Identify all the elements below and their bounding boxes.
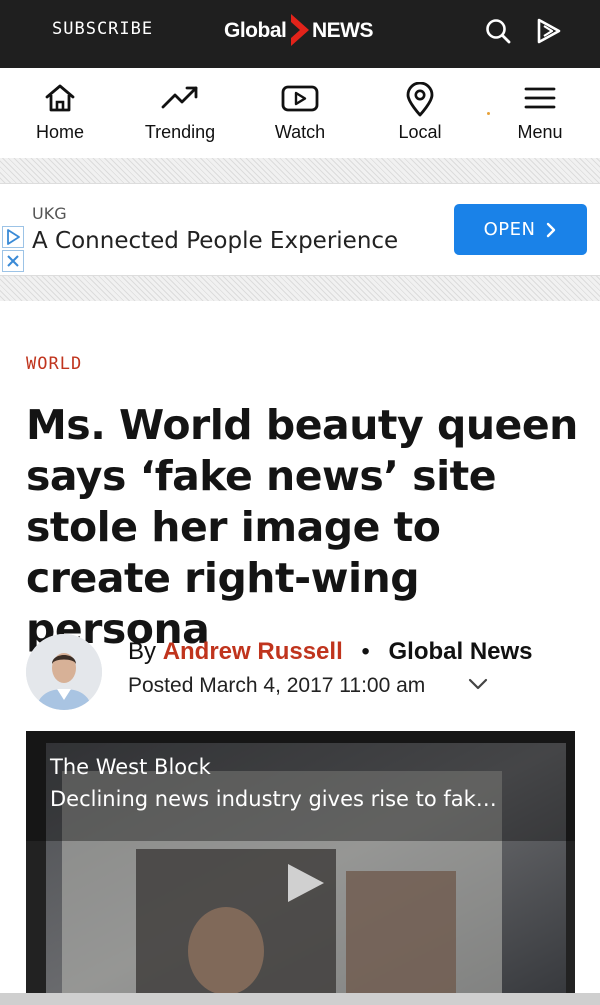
bottom-strip bbox=[0, 993, 600, 1005]
subscribe-link[interactable]: SUBSCRIBE bbox=[52, 19, 153, 39]
video-player[interactable]: The West Block Declining news industry g… bbox=[26, 731, 575, 1005]
nav-label-local: Local bbox=[398, 122, 442, 142]
section-label[interactable]: WORLD bbox=[26, 354, 82, 374]
search-icon[interactable] bbox=[483, 16, 513, 46]
author-link[interactable]: Andrew Russell bbox=[163, 638, 343, 665]
play-icon bbox=[281, 85, 319, 112]
ad-brand: UKG bbox=[32, 204, 67, 223]
posted-date: Posted March 4, 2017 11:00 am bbox=[128, 674, 426, 697]
top-header: SUBSCRIBE Global NEWS bbox=[0, 0, 600, 68]
logo-text-news: NEWS bbox=[312, 19, 374, 42]
nav-label-trending: Trending bbox=[144, 122, 216, 142]
ad-spacer-bottom bbox=[0, 276, 600, 301]
byline: By Andrew Russell • Global News bbox=[128, 638, 533, 666]
chevron-down-icon[interactable] bbox=[467, 676, 489, 692]
author-photo bbox=[26, 634, 102, 710]
trending-icon bbox=[161, 86, 198, 109]
author-avatar[interactable] bbox=[26, 634, 102, 710]
live-play-icon[interactable] bbox=[534, 16, 564, 46]
by-prefix: By bbox=[128, 638, 157, 665]
nav-item-watch[interactable]: Watch bbox=[240, 68, 360, 158]
publisher-name: Global News bbox=[388, 638, 533, 665]
nav-item-local[interactable]: Local bbox=[360, 68, 480, 158]
nav-item-trending[interactable]: Trending bbox=[120, 68, 240, 158]
ad-close-icon[interactable] bbox=[2, 250, 24, 272]
adchoices-triangle-icon bbox=[7, 229, 20, 245]
global-news-logo[interactable]: Global NEWS bbox=[224, 14, 384, 50]
close-x-icon bbox=[7, 255, 19, 267]
article-headline: Ms. World beauty queen says ‘fake news’ … bbox=[26, 401, 578, 653]
ad-open-label: OPEN bbox=[483, 219, 536, 240]
nav-label-menu: Menu bbox=[517, 122, 563, 142]
nav-label-watch: Watch bbox=[274, 122, 326, 142]
ad-spacer-top bbox=[0, 158, 600, 183]
location-pin-icon bbox=[406, 82, 434, 117]
banner-ad[interactable]: UKG A Connected People Experience OPEN bbox=[0, 183, 600, 276]
decorative-dot bbox=[487, 112, 490, 115]
home-icon bbox=[45, 84, 75, 112]
video-show-title: The West Block bbox=[50, 755, 211, 779]
logo-text-global: Global bbox=[224, 19, 287, 42]
main-nav: Home Trending Watch Local Menu bbox=[0, 68, 600, 158]
chevron-right-icon bbox=[547, 222, 556, 237]
byline-separator: • bbox=[361, 638, 370, 665]
video-title: Declining news industry gives rise to fa… bbox=[50, 787, 497, 811]
play-button-icon[interactable] bbox=[284, 861, 328, 905]
nav-item-menu[interactable]: Menu bbox=[480, 68, 600, 158]
nav-item-home[interactable]: Home bbox=[0, 68, 120, 158]
ad-title[interactable]: A Connected People Experience bbox=[32, 228, 398, 254]
adchoices-icon[interactable] bbox=[2, 226, 24, 248]
ad-open-button[interactable]: OPEN bbox=[454, 204, 587, 255]
nav-label-home: Home bbox=[35, 122, 84, 142]
logo-arrow-icon bbox=[291, 14, 309, 46]
hamburger-menu-icon bbox=[524, 87, 556, 109]
